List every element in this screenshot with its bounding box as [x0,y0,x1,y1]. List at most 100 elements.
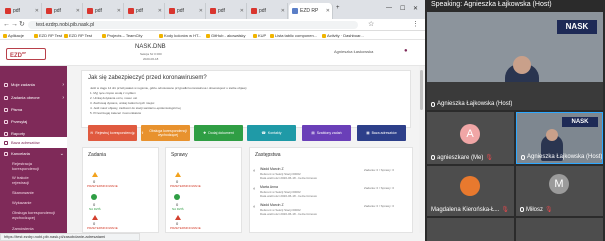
bookmark-item[interactable]: EZD RP Test [64,33,92,38]
tab-pdf-1[interactable]: pdf ✕ [2,3,42,19]
bookmark-item[interactable]: Kody kolorów w HT... [159,33,201,38]
substitute-name[interactable]: Wadd Marcin Z [260,203,284,207]
user-name[interactable]: Agnieszka Łaskowska [334,49,373,54]
add-document-button[interactable]: ✚ Dodaj dokument [194,125,243,141]
address-book-icon [4,140,8,145]
active-speaker-video[interactable]: NASK Agnieszka Łajkowska (Host) [427,12,603,110]
bookmark-label: Aplikacje [8,33,25,38]
bookmark-item[interactable]: Projects – TeamCity [102,33,143,38]
submenu-item[interactable]: Skanowanie [12,190,34,195]
participant-tile[interactable]: A agnieszkare (Me) 🎙 [427,112,514,164]
sidebar-item-zadania-obecne[interactable]: Zadania obecne › [0,92,67,103]
star-icon[interactable]: ☆ [368,21,374,29]
close-icon[interactable]: ✕ [158,8,164,14]
panel-title: Zastępstwa [255,152,281,158]
bookmark-item[interactable]: Activity · Dashboar... [322,33,364,38]
participant-tile-active[interactable]: NASK Agnieszka Łajkowska (Host) [516,112,603,164]
close-icon[interactable]: ✕ [76,8,82,14]
participant-tile[interactable]: M Miłosz 🎙 [516,166,603,216]
ezd-logo[interactable]: EZDRP [6,48,46,60]
bookmark-item[interactable]: GitHub - akowalsky [206,33,245,38]
submenu-item[interactable]: Wykazanie [12,200,32,205]
menu-icon[interactable]: ⋮ [412,21,419,29]
contacts-icon: ☎ [261,131,266,135]
sidebar-item-baza-adresatow[interactable]: Baza adresatów [0,137,67,148]
tab-label: pdf [177,8,184,14]
address-bar: ← → ↻ test.ezdrp.nobi.pib.nask.pl ☆ ⋮ [0,19,425,31]
participant-tile[interactable] [427,218,514,241]
status-bar: https://test.ezdrp.nobi.pib.nask.pl/zaso… [0,233,140,241]
forward-icon[interactable]: → [11,21,18,29]
speaking-indicator: Speaking: Agnieszka Łajkowska (Host) [431,1,552,8]
pdf-favicon-icon [251,8,257,14]
nask-sign: NASK [557,20,597,34]
submenu-item[interactable]: Zamówienia [12,226,34,231]
substitute-name[interactable]: Marta Anna [260,185,278,189]
url-input[interactable]: test.ezdrp.nobi.pib.nask.pl [28,21,358,29]
close-window-icon[interactable]: ✕ [413,5,418,12]
register-correspondence-button[interactable]: ✉ Rejestruj korespondencję [88,125,137,141]
card-line: 2. Unikaj dotykania oczu, nosa i ust [90,96,138,100]
submenu-item[interactable]: rejestracji [12,180,29,185]
back-icon[interactable]: ← [3,21,10,29]
close-icon[interactable]: ✕ [281,8,287,14]
bookmark-item[interactable]: Aplikacje [3,33,24,38]
user-icon: ◐ [253,204,257,210]
close-icon[interactable]: ✕ [326,8,332,14]
address-book-icon: ▦ [366,131,370,135]
tab-pdf-3[interactable]: pdf ✕ [84,3,124,19]
meeting-panel: Speaking: Agnieszka Łajkowska (Host) NAS… [425,0,605,241]
contacts-button[interactable]: ☎ Kontakty [247,125,296,141]
tab-pdf-6[interactable]: pdf ✕ [207,3,247,19]
address-database-button[interactable]: ▦ Baza adresatów [357,125,406,141]
participant-tile[interactable]: Magdalena Kierońska-Ł... 🎙 [427,166,514,216]
tasks-label: NA DZIŚ [89,207,101,211]
new-tab-icon[interactable]: + [336,5,340,11]
scrollbar-thumb[interactable] [420,70,423,110]
tab-pdf-2[interactable]: pdf ✕ [43,3,83,19]
sidebar-item-kancelaria[interactable]: Kancelaria ⌄ [0,148,67,159]
avatar [460,176,480,196]
close-icon[interactable]: ✕ [199,8,205,14]
tab-pdf-7[interactable]: pdf ✕ [248,3,288,19]
app-header: EZDRP NASK.DNB Sekcja Sz 0 000 2020-06-1… [0,40,425,66]
maximize-icon[interactable]: ☐ [400,5,405,12]
button-label: Dodaj dokument [208,131,234,135]
bookmark-item[interactable]: KUP [253,33,266,38]
sidebar-item-label: Zadania obecne [11,95,40,100]
bookmark-item[interactable]: Lista tablic componen... [270,33,317,38]
page-scrollbar[interactable] [419,66,424,233]
sidebar-item-przesylaj[interactable]: Przesyłaj [0,116,67,127]
participant-name-label: Agnieszka Łajkowska (Host) [431,101,512,107]
cases-panel: Sprawy 0 PRZETERMINOWANE 0 NA DZIŚ 0 PRZ… [165,147,242,233]
substitute-name[interactable]: Wadd Marcin Z [260,167,284,171]
user-avatar-icon[interactable]: ● [404,48,408,54]
task-templates-button[interactable]: ▤ Szablony zadań [302,125,351,141]
sidebar-item-pisma[interactable]: Pisma [0,104,67,115]
mic-icon [431,101,435,107]
tab-pdf-4[interactable]: pdf ✕ [125,3,165,19]
pdf-favicon-icon [169,8,175,14]
minimize-icon[interactable]: — [386,5,392,11]
close-icon[interactable]: ✕ [117,8,123,14]
participant-tile[interactable] [516,218,603,241]
reload-icon[interactable]: ↻ [19,21,25,29]
submenu-item[interactable]: wychodzącej [12,215,35,220]
participant-name: Agnieszka Łajkowska (Host) [527,154,603,160]
list-icon [4,95,8,100]
close-icon[interactable]: ✕ [240,8,246,14]
close-icon[interactable]: ✕ [35,8,41,14]
speaker-face [513,56,531,74]
pdf-favicon-icon [46,8,52,14]
cases-label: PRZETERMINOWANE [170,226,201,230]
cases-label: NA DZIŚ [172,207,184,211]
submenu-item[interactable]: korespondencji [12,166,39,171]
mic-icon [521,154,525,160]
tab-ezd-rp[interactable]: EZD RP ✕ [289,3,333,19]
bookmark-item[interactable]: EZD RP Test [34,33,62,38]
outgoing-correspondence-button[interactable]: ⇪ Obsługa korespondencji wychodzącej [141,125,190,141]
tab-pdf-5[interactable]: pdf ✕ [166,3,206,19]
tasks-label: PRZETERMINOWANE [87,226,118,230]
sidebar-item-moje-zadania[interactable]: Moje zadania › [0,79,67,90]
bookmark-label: EZD RP Test [69,33,92,38]
